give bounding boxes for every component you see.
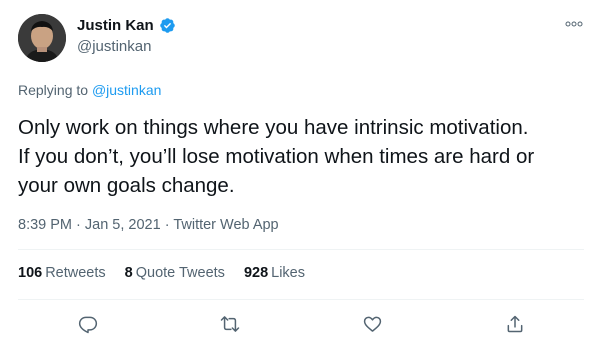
likes-stat[interactable]: 928 Likes xyxy=(244,265,305,281)
divider-bottom xyxy=(18,299,584,300)
likes-label: Likes xyxy=(271,265,305,281)
retweets-stat[interactable]: 106 Retweets xyxy=(18,265,106,281)
tweet-text: Only work on things where you have intri… xyxy=(18,116,535,197)
more-icon[interactable] xyxy=(564,18,584,30)
reply-button[interactable] xyxy=(76,312,100,336)
tweet-card: Justin Kan @justinkan Replying to @justi… xyxy=(0,0,602,353)
retweet-button[interactable] xyxy=(218,312,242,336)
meta-separator: · xyxy=(72,217,85,233)
verified-badge-icon xyxy=(159,17,176,34)
author-name-row: Justin Kan xyxy=(77,17,176,34)
replying-prefix: Replying to xyxy=(18,82,89,98)
replying-target-link[interactable]: @justinkan xyxy=(92,82,161,98)
share-icon xyxy=(507,315,523,333)
retweets-count: 106 xyxy=(18,265,43,281)
likes-count: 928 xyxy=(243,265,269,281)
quote-tweets-count: 8 xyxy=(124,265,133,281)
like-button[interactable] xyxy=(360,312,384,336)
quote-tweets-label: Quote Tweets xyxy=(135,265,225,281)
author-handle[interactable]: @justinkan xyxy=(77,38,151,55)
avatar[interactable] xyxy=(18,14,66,62)
avatar-image xyxy=(18,14,66,62)
action-bar xyxy=(0,312,602,336)
replying-to: Replying to @justinkan xyxy=(18,82,161,98)
share-button[interactable] xyxy=(503,312,527,336)
quote-tweets-stat[interactable]: 8 Quote Tweets xyxy=(125,265,225,281)
tweet-source[interactable]: Twitter Web App xyxy=(173,217,278,233)
tweet-date[interactable]: Jan 5, 2021 xyxy=(85,217,161,233)
tweet-time[interactable]: 8:39 PM xyxy=(18,217,72,233)
divider-top xyxy=(18,249,584,250)
like-icon xyxy=(363,316,381,332)
tweet-meta: 8:39 PM · Jan 5, 2021 · Twitter Web App xyxy=(18,217,279,233)
meta-separator: · xyxy=(160,217,174,233)
reply-icon xyxy=(78,316,98,334)
retweet-icon xyxy=(220,316,240,332)
retweets-label: Retweets xyxy=(45,265,106,281)
author-display-name[interactable]: Justin Kan xyxy=(77,17,154,34)
engagement-stats: 106 Retweets 8 Quote Tweets 928 Likes xyxy=(18,265,305,281)
